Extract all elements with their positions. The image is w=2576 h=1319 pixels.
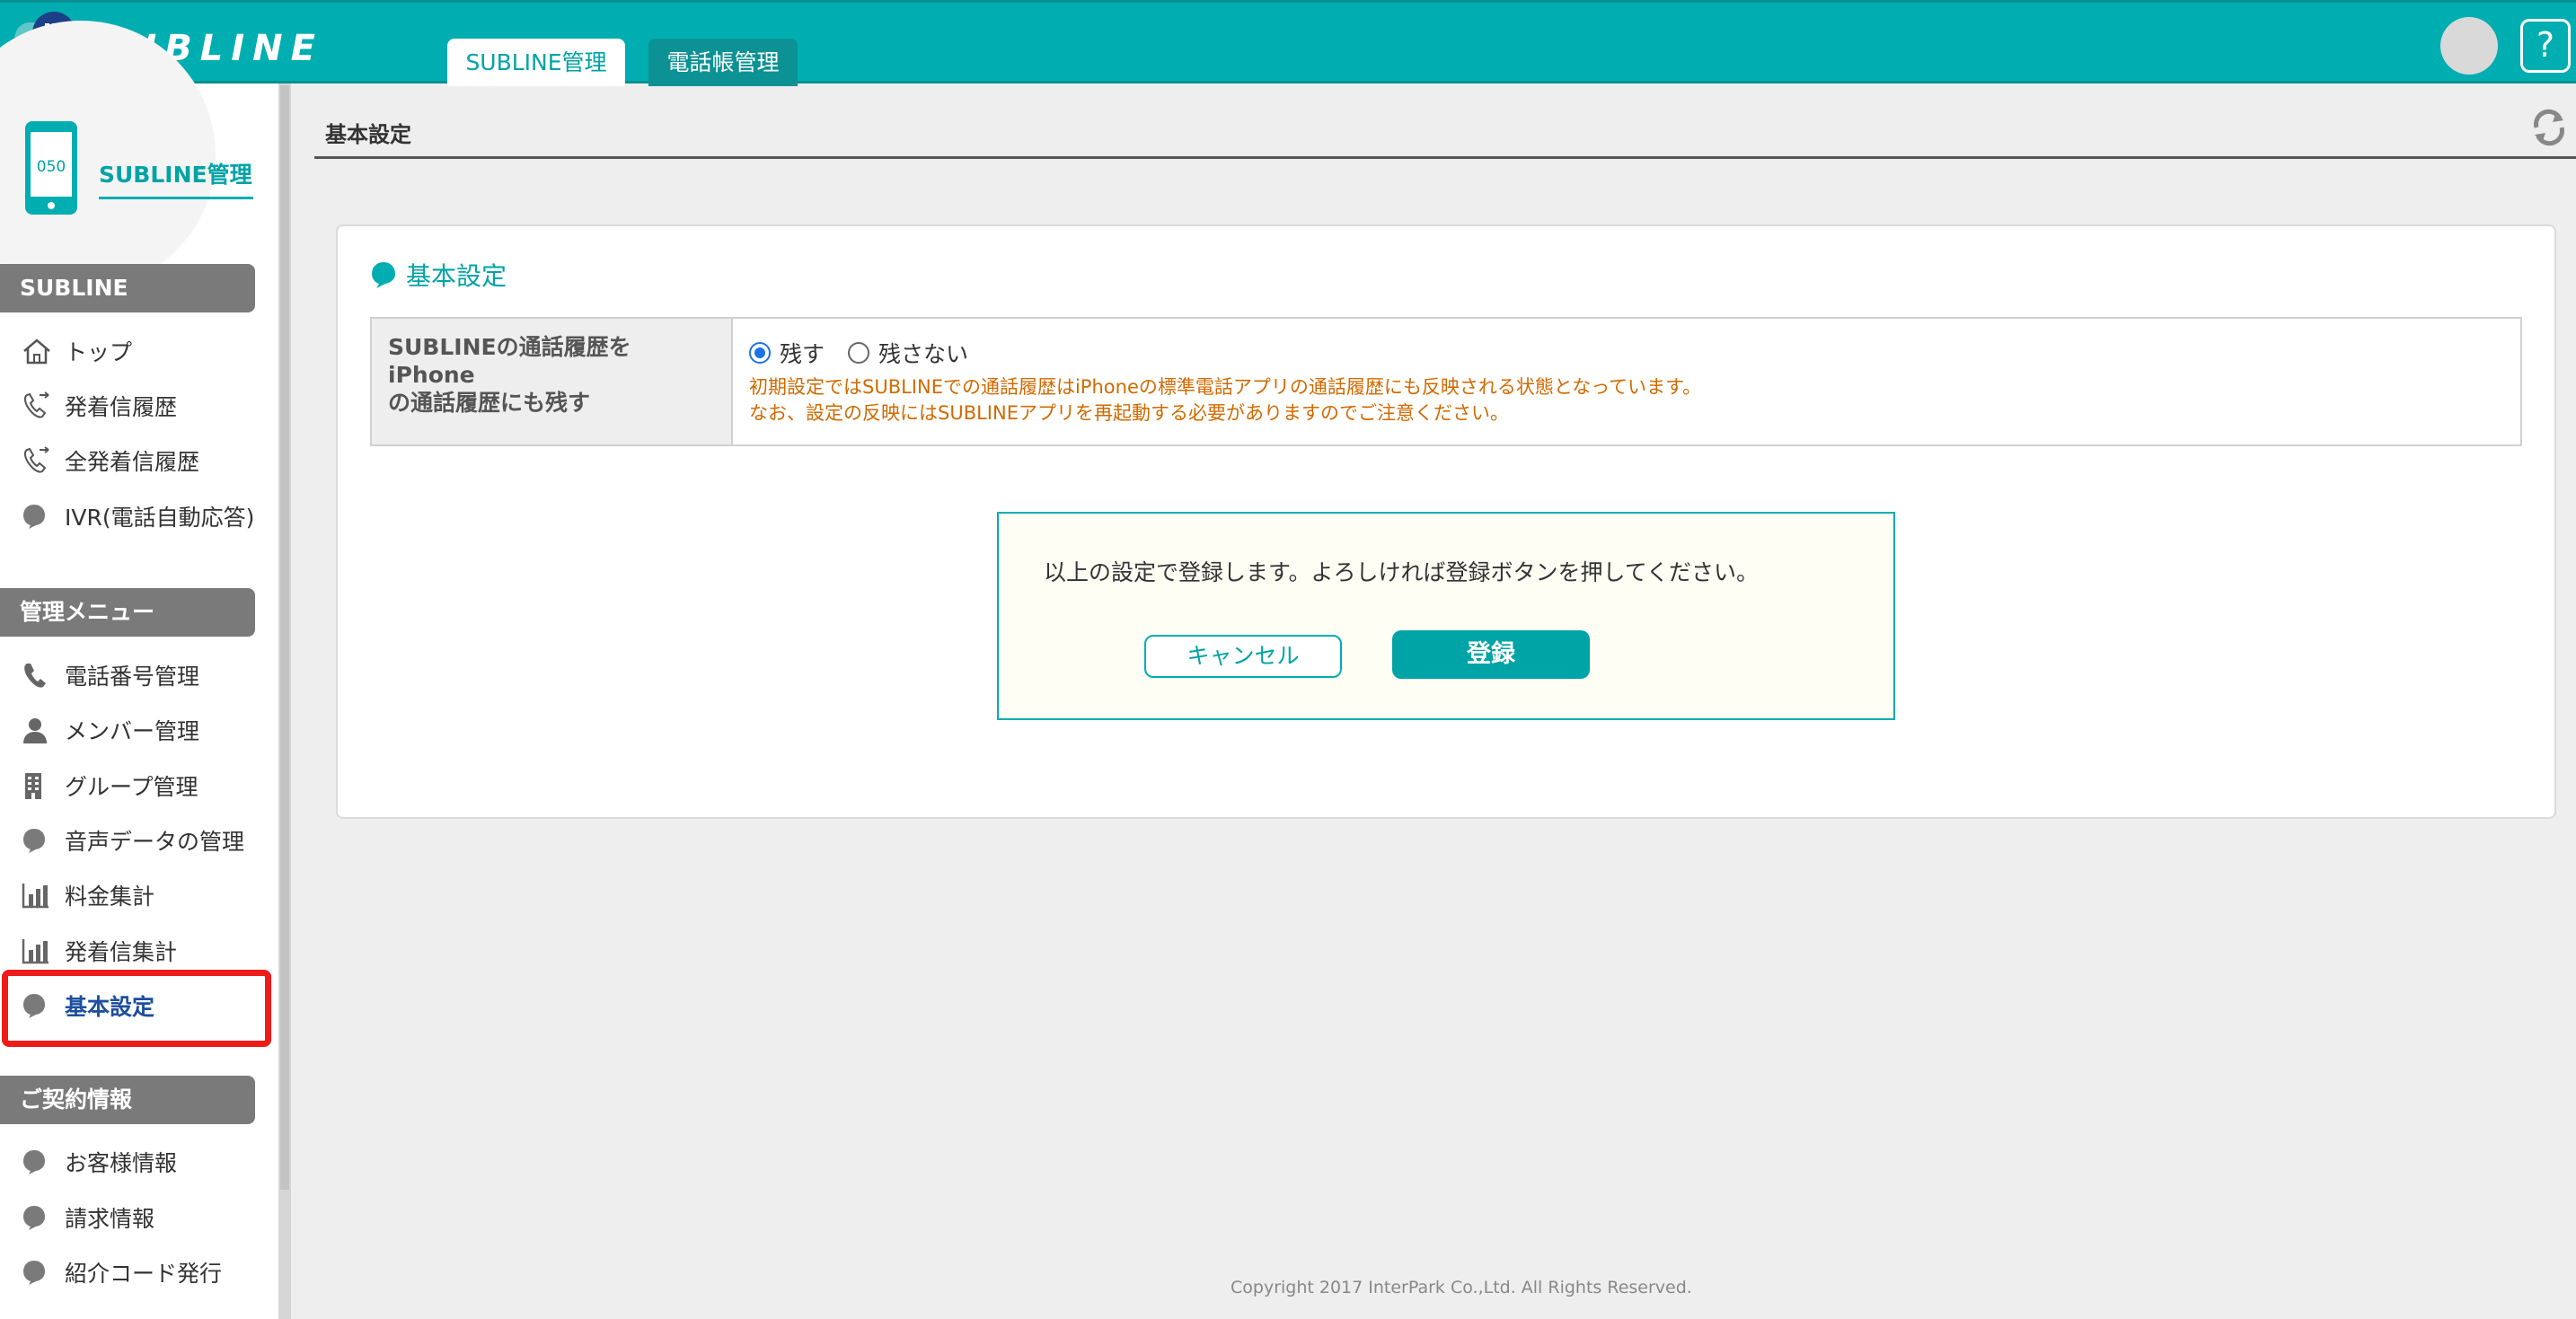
sidebar-item-label: お客様情報 — [65, 1150, 178, 1176]
sidebar-item-referral-code[interactable]: 紹介コード発行 — [22, 1250, 264, 1295]
bubble-icon — [22, 1256, 56, 1288]
section-header-subline: SUBLINE — [0, 264, 255, 312]
help-button[interactable]: ? — [2520, 19, 2571, 73]
copyright-text: Copyright 2017 InterPark Co.,Ltd. All Ri… — [1231, 1278, 1692, 1297]
sidebar-item-label: 音声データの管理 — [65, 829, 245, 855]
app-header: SUBLINE SUBLINE管理 電話帳管理 ? — [0, 0, 2576, 86]
bubble-icon — [370, 260, 397, 289]
selection-highlight — [2, 970, 271, 1047]
cancel-button[interactable]: キャンセル — [1144, 635, 1342, 678]
setting-row: SUBLINEの通話履歴をiPhone の通話履歴にも残す 残す 残さない 初期… — [370, 317, 2522, 446]
sidebar-item-label: メンバー管理 — [65, 718, 200, 744]
sidebar-item-billing-summary[interactable]: 料金集計 — [22, 873, 264, 918]
sidebar-item-ivr[interactable]: IVR(電話自動応答) — [22, 494, 264, 539]
title-divider — [314, 156, 2576, 159]
sidebar-item-groups[interactable]: グループ管理 — [22, 763, 264, 808]
card-title-label: 基本設定 — [406, 261, 507, 291]
sidebar-item-members[interactable]: メンバー管理 — [22, 708, 264, 752]
sidebar-item-label: 料金集計 — [65, 884, 155, 910]
phone-history-icon — [22, 444, 56, 477]
card-title: 基本設定 — [370, 257, 507, 293]
radio-keep-label[interactable]: 残す — [780, 337, 825, 369]
sidebar-item-phone-numbers[interactable]: 電話番号管理 — [22, 653, 264, 698]
page-title: 基本設定 — [325, 122, 411, 147]
sidebar: 050 SUBLINE管理 SUBLINE トップ 発着信履歴 全発着信履歴 I… — [0, 21, 278, 1319]
setting-note: 初期設定ではSUBLINEでの通話履歴はiPhoneの標準電話アプリの通話履歴に… — [749, 374, 1701, 426]
radio-group: 残す 残さない — [749, 337, 1701, 369]
setting-label: SUBLINEの通話履歴をiPhone の通話履歴にも残す — [372, 319, 733, 444]
sidebar-item-label: 紹介コード発行 — [65, 1261, 223, 1287]
bar-chart-icon — [22, 935, 56, 967]
phone-icon — [22, 659, 56, 691]
sidebar-item-label: 電話番号管理 — [65, 664, 200, 690]
radio-dont-keep-label[interactable]: 残さない — [878, 337, 968, 369]
sidebar-item-all-call-history[interactable]: 全発着信履歴 — [22, 438, 264, 483]
setting-note-line-1: 初期設定ではSUBLINEでの通話履歴はiPhoneの標準電話アプリの通話履歴に… — [749, 376, 1702, 398]
sidebar-item-label: 発着信集計 — [65, 939, 178, 965]
sidebar-item-label: グループ管理 — [65, 774, 198, 800]
sidebar-item-voice-data[interactable]: 音声データの管理 — [22, 818, 264, 863]
bar-chart-icon — [22, 879, 56, 911]
phone-history-icon — [22, 390, 56, 422]
avatar[interactable] — [2440, 17, 2498, 75]
tab-phonebook-admin[interactable]: 電話帳管理 — [648, 39, 798, 86]
sidebar-item-top[interactable]: トップ — [22, 329, 264, 374]
section-header-contract: ご契約情報 — [0, 1076, 255, 1124]
confirm-panel: 以上の設定で登録します。よろしければ登録ボタンを押してください。 キャンセル 登… — [997, 512, 1895, 720]
home-icon — [22, 335, 56, 367]
bubble-icon — [22, 824, 56, 857]
radio-dont-keep[interactable] — [848, 342, 870, 364]
phone-number-label: 050 — [37, 158, 66, 176]
sidebar-item-call-summary[interactable]: 発着信集計 — [22, 928, 264, 973]
user-icon — [22, 714, 56, 746]
building-icon — [22, 769, 56, 802]
setting-value: 残す 残さない 初期設定ではSUBLINEでの通話履歴はiPhoneの標準電話ア… — [733, 319, 1717, 444]
bubble-icon — [22, 1201, 56, 1234]
sidebar-item-customer-info[interactable]: お客様情報 — [22, 1139, 264, 1184]
sidebar-item-label: トップ — [65, 339, 133, 365]
register-button[interactable]: 登録 — [1392, 630, 1590, 679]
sidebar-item-label: 請求情報 — [65, 1206, 155, 1232]
sidebar-title: SUBLINE管理 — [99, 157, 253, 199]
section-header-admin-menu: 管理メニュー — [0, 588, 255, 637]
setting-label-line-2: の通話履歴にも残す — [388, 390, 591, 416]
sidebar-item-label: IVR(電話自動応答) — [65, 505, 255, 531]
setting-note-line-2: なお、設定の反映にはSUBLINEアプリを再起動する必要がありますのでご注意くだ… — [749, 402, 1509, 424]
bubble-icon — [22, 1146, 56, 1178]
sidebar-item-call-history[interactable]: 発着信履歴 — [22, 383, 264, 428]
sidebar-item-billing-info[interactable]: 請求情報 — [22, 1195, 264, 1240]
phone-device-icon: 050 — [23, 119, 81, 222]
bubble-icon — [22, 500, 56, 532]
confirm-message: 以上の設定で登録します。よろしければ登録ボタンを押してください。 — [1044, 559, 1760, 585]
setting-label-line-1: SUBLINEの通話履歴をiPhone — [388, 334, 631, 388]
radio-keep[interactable] — [749, 342, 771, 364]
tab-subline-admin[interactable]: SUBLINE管理 — [447, 39, 625, 86]
refresh-icon[interactable] — [2529, 106, 2569, 153]
sidebar-item-label: 発着信履歴 — [65, 394, 178, 420]
sidebar-item-label: 全発着信履歴 — [65, 449, 200, 475]
sidebar-scrollbar-thumb[interactable] — [280, 85, 289, 1190]
